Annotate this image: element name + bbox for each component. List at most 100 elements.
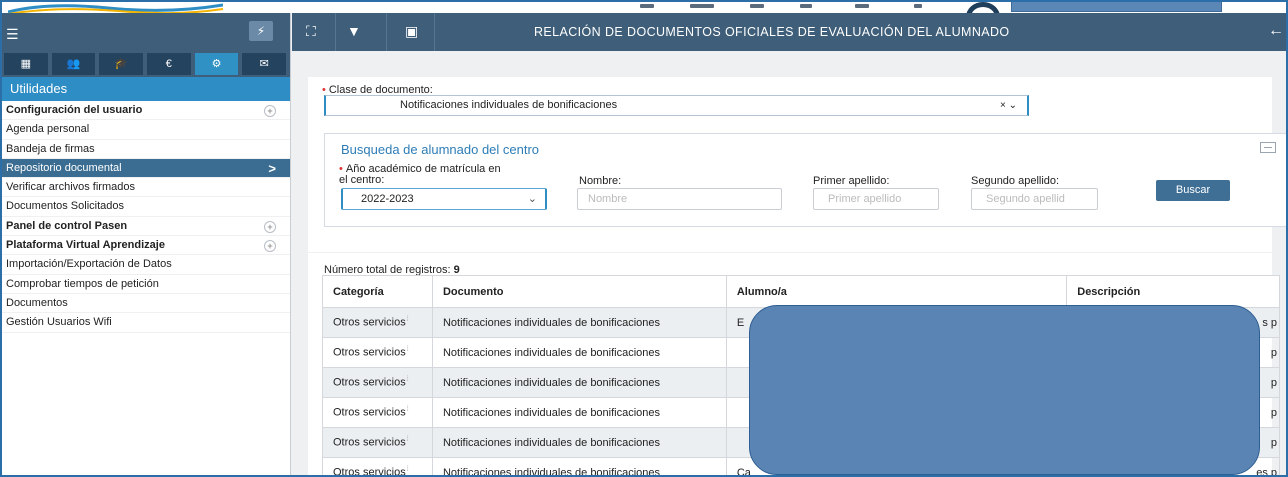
sidebar-item-solicitados[interactable]: Documentos Solicitados <box>0 197 290 217</box>
cell-text: Otros servicios <box>333 376 406 389</box>
toolbar-icon[interactable] <box>914 4 922 8</box>
column-header-alumno[interactable]: Alumno/a <box>725 275 1068 308</box>
cell-categoria: Otros servicios⁞ <box>322 457 433 477</box>
cell-documento: Notificaciones individuales de bonificac… <box>431 427 727 458</box>
sidebar-item-repositorio[interactable]: Repositorio documental > <box>0 158 290 179</box>
sidebar-section-title: Utilidades <box>0 77 290 101</box>
cell-categoria: Otros servicios⁞ <box>322 367 433 398</box>
sidebar-item-label: Comprobar tiempos de petición <box>6 277 159 290</box>
sort-marker-icon: ⁞ <box>406 466 409 474</box>
sidebar-item-label: Repositorio documental <box>6 161 122 174</box>
sort-marker-icon: ⁞ <box>406 436 409 444</box>
sidebar-item-plataforma[interactable]: Plataforma Virtual Aprendizaje + <box>0 236 290 256</box>
sidebar: ☰ ⚡ ▦ 👥 🎓 € ⚙ ✉ Utilidades Configuración… <box>0 13 291 477</box>
search-button[interactable]: Buscar <box>1156 180 1230 201</box>
sidebar-item-label: Configuración del usuario <box>6 104 143 116</box>
mail-icon[interactable]: ✉ <box>242 53 287 75</box>
student-search-panel: Busqueda de alumnado del centro • Año aca… <box>324 133 1288 227</box>
cell-documento: Notificaciones individuales de bonificac… <box>431 337 727 368</box>
sidebar-item-label: Documentos Solicitados <box>6 200 125 213</box>
toolbar-icon[interactable] <box>640 4 654 8</box>
filter-icon[interactable]: ▼ <box>347 23 361 39</box>
column-header-descripcion[interactable]: Descripción <box>1066 275 1280 308</box>
sidebar-item-tiempos[interactable]: Comprobar tiempos de petición <box>0 275 290 294</box>
surname2-label: Segundo apellido: <box>971 175 1060 187</box>
toolbar-icon[interactable] <box>855 4 869 8</box>
sidebar-header: ☰ ⚡ <box>0 13 290 51</box>
clear-chevron-icon[interactable]: × ⌄ <box>1000 96 1017 115</box>
menu-icon[interactable]: ☰ <box>6 26 19 43</box>
redacted-block <box>749 305 1260 475</box>
chevron-down-icon: ⌄ <box>527 193 537 205</box>
cell-documento: Notificaciones individuales de bonificac… <box>431 397 727 428</box>
sidebar-item-label: Bandeja de firmas <box>6 142 95 155</box>
expand-icon[interactable]: + <box>264 240 276 253</box>
cell-categoria: Otros servicios⁞ <box>322 427 433 458</box>
graduation-cap-icon[interactable]: 🎓 <box>99 53 144 75</box>
cell-categoria: Otros servicios⁞ <box>322 337 433 368</box>
gears-icon[interactable]: ⚙ <box>194 53 239 75</box>
sidebar-item-label: Agenda personal <box>6 123 90 136</box>
sidebar-item-importacion[interactable]: Importación/Exportación de Datos <box>0 255 290 275</box>
cell-categoria: Otros servicios⁞ <box>322 397 433 428</box>
surname1-input[interactable]: Primer apellido <box>813 188 939 210</box>
year-label-line2: el centro: <box>339 174 385 186</box>
sidebar-item-agenda[interactable]: Agenda personal <box>0 120 290 140</box>
divider <box>335 13 336 51</box>
divider <box>434 13 435 51</box>
column-header-documento[interactable]: Documento <box>431 275 727 308</box>
sidebar-item-pasen[interactable]: Panel de control Pasen + <box>0 217 290 237</box>
toolbar-icon[interactable] <box>750 4 764 8</box>
pdf-icon[interactable]: ▣ <box>405 23 418 40</box>
chevron-right-icon: > <box>268 160 276 176</box>
year-select[interactable]: 2022-2023 ⌄ <box>341 188 547 210</box>
toolbar-icon[interactable] <box>690 4 714 8</box>
column-header-categoria[interactable]: Categoría <box>322 275 433 308</box>
sidebar-item-documentos[interactable]: Documentos <box>0 294 290 314</box>
users-icon[interactable]: 👥 <box>51 53 96 75</box>
expand-icon[interactable]: + <box>264 220 276 233</box>
name-label: Nombre: <box>579 175 622 187</box>
sidebar-item-label: Gestión Usuarios Wifi <box>6 316 112 329</box>
divider <box>386 13 387 51</box>
top-strip <box>0 0 1288 13</box>
cell-text: Otros servicios <box>333 436 406 449</box>
sidebar-item-label: Documentos <box>6 296 68 309</box>
search-panel-title: Busqueda de alumnado del centro <box>341 142 540 157</box>
sidebar-item-label: Panel de control Pasen <box>6 219 128 232</box>
fullscreen-icon[interactable]: ⛶ <box>306 23 316 40</box>
minimize-icon[interactable] <box>1260 142 1276 153</box>
doc-class-select[interactable]: Notificaciones individuales de bonificac… <box>324 95 1029 116</box>
calendar-icon[interactable]: ▦ <box>4 53 48 75</box>
euro-icon[interactable]: € <box>147 53 191 75</box>
doc-class-value: Notificaciones individuales de bonificac… <box>400 99 618 111</box>
cell-documento: Notificaciones individuales de bonificac… <box>431 457 727 477</box>
cell-text: Otros servicios <box>333 316 406 329</box>
user-avatar[interactable] <box>966 2 1000 13</box>
table-header-row: Categoría Documento Alumno/a Descripción <box>322 275 1280 308</box>
cell-documento: Notificaciones individuales de bonificac… <box>431 307 727 338</box>
sort-marker-icon: ⁞ <box>406 346 409 354</box>
surname2-input[interactable]: Segundo apellid <box>971 188 1098 210</box>
cell-text: Otros servicios <box>333 346 406 359</box>
cell-text: Otros servicios <box>333 466 406 477</box>
name-input[interactable]: Nombre <box>577 188 782 210</box>
logo-wave-icon <box>8 3 223 13</box>
sort-marker-icon: ⁞ <box>406 316 409 324</box>
expand-icon[interactable]: + <box>264 105 276 117</box>
page-title: RELACIÓN DE DOCUMENTOS OFICIALES DE EVAL… <box>534 25 1010 39</box>
sidebar-item-wifi[interactable]: Gestión Usuarios Wifi <box>0 313 290 333</box>
lightning-icon[interactable]: ⚡ <box>249 21 273 41</box>
toolbar-icon[interactable] <box>800 4 812 8</box>
sidebar-item-configuracion[interactable]: Configuración del usuario + <box>0 101 290 121</box>
sidebar-item-label: Verificar archivos firmados <box>6 181 135 194</box>
year-label: • Año académico de matrícula en el centro… <box>339 164 501 186</box>
cell-documento: Notificaciones individuales de bonificac… <box>431 367 727 398</box>
sidebar-item-bandeja[interactable]: Bandeja de firmas <box>0 140 290 159</box>
sidebar-item-verificar[interactable]: Verificar archivos firmados <box>0 178 290 198</box>
sidebar-item-label: Plataforma Virtual Aprendizaje <box>6 239 165 252</box>
sidebar-tabs: ▦ 👥 🎓 € ⚙ ✉ <box>0 51 290 77</box>
back-arrow-icon[interactable]: ← <box>1268 22 1284 40</box>
year-value: 2022-2023 <box>361 193 414 205</box>
redacted-block <box>1011 0 1222 12</box>
